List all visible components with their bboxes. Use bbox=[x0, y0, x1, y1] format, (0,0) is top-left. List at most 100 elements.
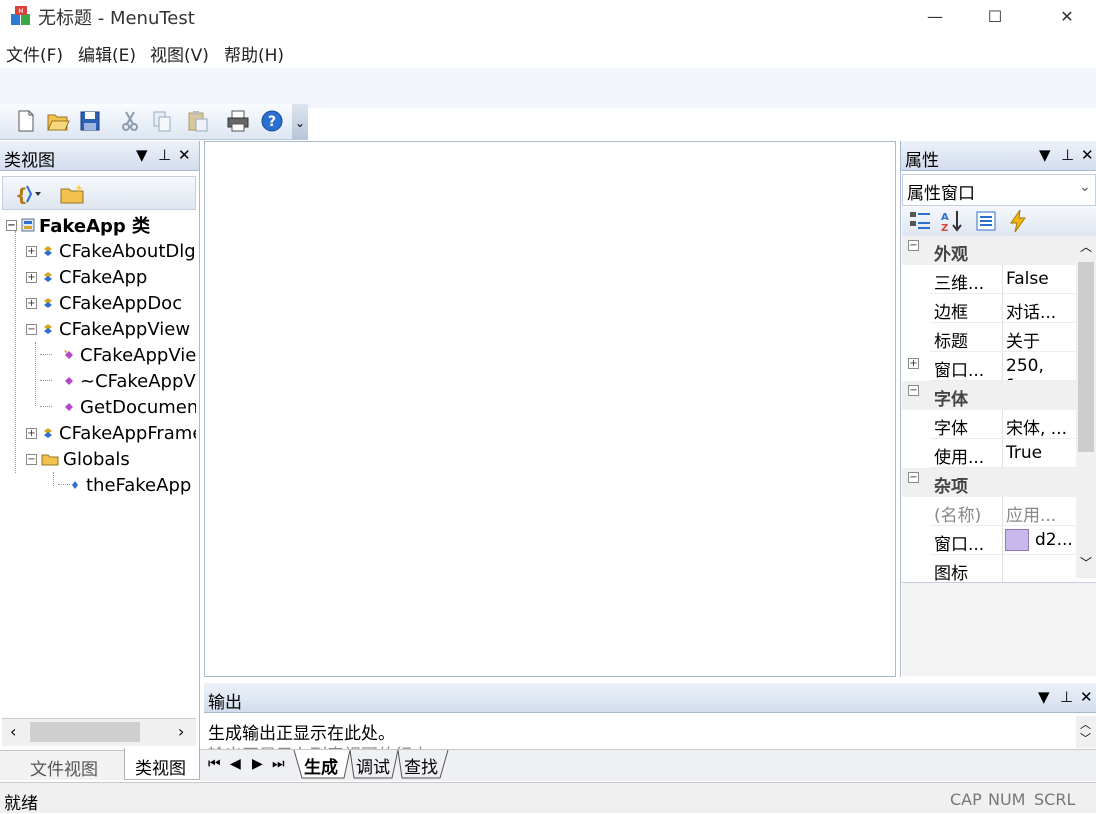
rebar-band bbox=[0, 68, 1096, 108]
property-name: 三维... bbox=[934, 274, 985, 294]
next-tab-icon[interactable]: ▶ bbox=[252, 756, 263, 772]
tree-label: CFakeApp bbox=[59, 266, 148, 288]
panel-close-icon[interactable]: ✕ bbox=[1080, 688, 1093, 706]
property-row[interactable]: 图标 bbox=[902, 555, 1076, 584]
cut-icon[interactable] bbox=[118, 109, 142, 133]
first-tab-icon[interactable]: ⏮ bbox=[208, 756, 221, 772]
tree-node[interactable]: GetDocument() bbox=[62, 394, 196, 420]
tree-node[interactable]: theFakeApp bbox=[68, 472, 191, 498]
new-folder-icon[interactable] bbox=[59, 182, 85, 206]
status-bar: 就绪 CAP NUM SCRL bbox=[0, 782, 1096, 814]
tree-node[interactable]: CFakeAppView() bbox=[62, 342, 196, 368]
open-folder-icon[interactable] bbox=[46, 109, 70, 133]
expand-icon[interactable]: + bbox=[26, 297, 37, 309]
expand-icon[interactable]: + bbox=[26, 271, 37, 283]
collapse-icon[interactable]: − bbox=[6, 219, 17, 231]
collapse-icon[interactable]: − bbox=[26, 453, 37, 465]
property-row[interactable]: 标题 关于 bbox=[902, 323, 1076, 352]
property-row[interactable]: 三维... False bbox=[902, 265, 1076, 294]
property-row[interactable]: (名称) 应用... bbox=[902, 497, 1076, 526]
properties-object-combo[interactable]: 属性窗口 ⌄ bbox=[902, 174, 1096, 206]
collapse-icon[interactable]: − bbox=[908, 240, 919, 251]
help-icon[interactable]: ? bbox=[260, 109, 284, 133]
tree-node[interactable]: ~CFakeAppView() bbox=[62, 368, 196, 394]
menu-help[interactable]: 帮助(H) bbox=[224, 41, 284, 66]
class-wizard-icon[interactable]: { bbox=[13, 182, 41, 206]
tree-node[interactable]: − CFakeAppView bbox=[26, 316, 190, 342]
tree-node-root[interactable]: − FakeApp 类 bbox=[6, 212, 150, 238]
chevron-down-icon: ⌄ bbox=[295, 116, 306, 130]
menu-bar: 文件(F) 编辑(E) 视图(V) 帮助(H) bbox=[0, 34, 1096, 68]
print-icon[interactable] bbox=[226, 109, 250, 133]
menu-view[interactable]: 视图(V) bbox=[150, 41, 209, 66]
panel-close-icon[interactable]: ✕ bbox=[178, 146, 191, 164]
scroll-down-icon[interactable]: ﹀ bbox=[1080, 554, 1092, 571]
category-label: 字体 bbox=[934, 390, 968, 410]
property-row[interactable]: + 窗口... 250, 1... bbox=[902, 352, 1076, 396]
tree-node[interactable]: + CFakeAppFrame bbox=[26, 420, 196, 446]
toolbar-overflow-button[interactable]: ⌄ bbox=[292, 104, 308, 140]
tree-node[interactable]: − Globals bbox=[26, 446, 130, 472]
scroll-thumb[interactable] bbox=[30, 722, 140, 742]
class-view-header: 类视图 ▼ ⊥ ✕ bbox=[0, 141, 199, 171]
collapse-icon[interactable]: − bbox=[908, 385, 919, 396]
tab-find[interactable]: 查找 bbox=[404, 753, 438, 778]
panel-menu-icon[interactable]: ▼ bbox=[1038, 688, 1050, 706]
paste-icon[interactable] bbox=[186, 109, 210, 133]
scroll-down-icon[interactable]: ﹀ bbox=[1080, 730, 1091, 746]
property-pages-icon[interactable] bbox=[974, 209, 998, 233]
document-view[interactable] bbox=[204, 141, 896, 677]
maximize-button[interactable]: ☐ bbox=[972, 0, 1018, 32]
output-scrollbar[interactable]: ︿ ﹀ bbox=[1076, 716, 1096, 748]
sort-alpha-icon[interactable]: AZ bbox=[940, 209, 964, 233]
panel-menu-icon[interactable]: ▼ bbox=[1039, 146, 1051, 164]
expand-icon[interactable]: + bbox=[908, 358, 919, 369]
pin-icon[interactable]: ⊥ bbox=[1061, 146, 1074, 164]
property-row[interactable]: 边框 对话... bbox=[902, 294, 1076, 323]
pin-icon[interactable]: ⊥ bbox=[1060, 688, 1073, 706]
minimize-button[interactable]: — bbox=[912, 0, 958, 32]
prev-tab-icon[interactable]: ◀ bbox=[230, 756, 241, 772]
events-icon[interactable] bbox=[1006, 209, 1030, 233]
property-row[interactable]: 字体 宋体, ... bbox=[902, 410, 1076, 439]
new-file-icon[interactable] bbox=[14, 109, 38, 133]
tab-file-view[interactable]: 文件视图 bbox=[30, 755, 98, 780]
collapse-icon[interactable]: − bbox=[908, 472, 919, 483]
scroll-left-icon[interactable]: ‹ bbox=[10, 722, 16, 741]
class-icon bbox=[44, 246, 52, 256]
save-icon[interactable] bbox=[78, 109, 102, 133]
tab-class-view[interactable]: 类视图 bbox=[124, 748, 200, 780]
combo-value: 属性窗口 bbox=[907, 184, 975, 204]
property-row[interactable]: 使用... True bbox=[902, 439, 1076, 468]
panel-close-icon[interactable]: ✕ bbox=[1081, 146, 1094, 164]
pin-icon[interactable]: ⊥ bbox=[158, 146, 171, 164]
property-row[interactable]: 窗口... d2... bbox=[902, 526, 1076, 555]
svg-text:A: A bbox=[941, 212, 949, 223]
property-name: (名称) bbox=[934, 506, 982, 526]
tree-node[interactable]: + CFakeAppDoc bbox=[26, 290, 182, 316]
category-row-misc[interactable]: − 杂项 bbox=[902, 468, 1076, 497]
close-button[interactable]: ✕ bbox=[1044, 0, 1090, 32]
copy-icon[interactable] bbox=[150, 109, 174, 133]
panel-menu-icon[interactable]: ▼ bbox=[136, 146, 148, 164]
collapse-icon[interactable]: − bbox=[26, 323, 37, 335]
last-tab-icon[interactable]: ⏭ bbox=[272, 756, 285, 772]
tab-debug[interactable]: 调试 bbox=[356, 753, 390, 778]
category-row-appearance[interactable]: − 外观 bbox=[902, 236, 1076, 265]
tree-node[interactable]: + CFakeAboutDlg bbox=[26, 238, 196, 264]
menu-file[interactable]: 文件(F) bbox=[6, 41, 63, 66]
scroll-right-icon[interactable]: › bbox=[178, 722, 184, 741]
tree-node[interactable]: + CFakeApp bbox=[26, 264, 147, 290]
tree-label: CFakeAppView bbox=[59, 318, 191, 340]
scroll-thumb[interactable] bbox=[1078, 262, 1094, 452]
expand-icon[interactable]: + bbox=[26, 245, 37, 257]
category-row-font[interactable]: − 字体 bbox=[902, 381, 1076, 410]
tree-label: theFakeApp bbox=[86, 474, 192, 496]
tab-build[interactable]: 生成 bbox=[304, 753, 338, 778]
scroll-up-icon[interactable]: ︿ bbox=[1080, 238, 1092, 255]
expand-icon[interactable]: + bbox=[26, 427, 37, 439]
categorized-icon[interactable] bbox=[908, 209, 932, 233]
menu-edit[interactable]: 编辑(E) bbox=[78, 41, 136, 66]
property-value: d2... bbox=[1035, 530, 1073, 550]
status-text: 就绪 bbox=[4, 794, 38, 814]
